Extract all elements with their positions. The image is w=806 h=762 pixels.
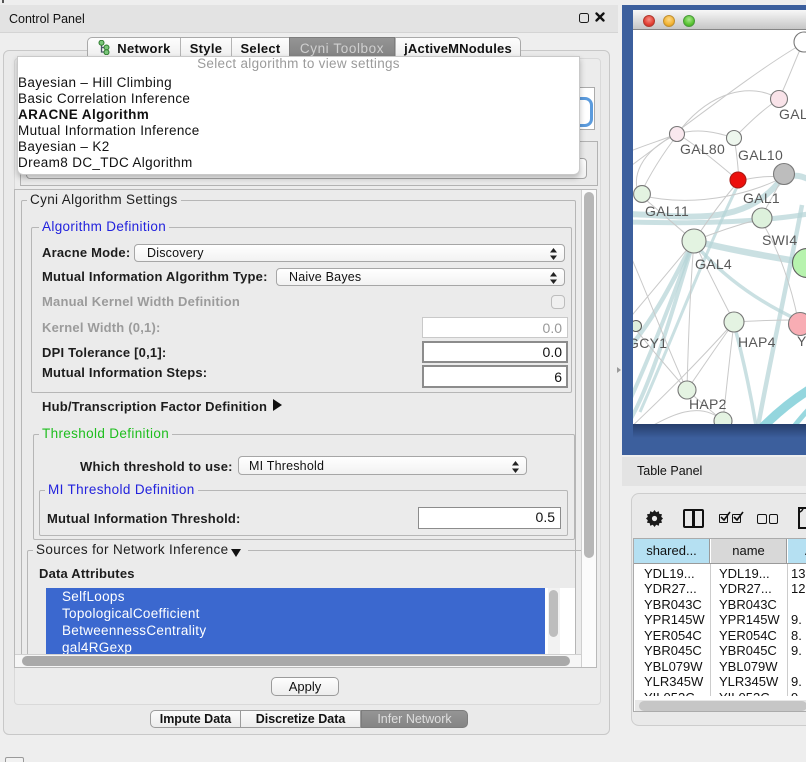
svg-text:YP: YP [797,333,806,349]
svg-text:GAL4: GAL4 [695,256,732,272]
svg-text:GCY1: GCY1 [633,335,667,351]
svg-text:SWI4: SWI4 [762,232,797,248]
svg-text:GAL80: GAL80 [680,141,725,157]
svg-text:HAP2: HAP2 [689,396,727,412]
svg-text:GAL10: GAL10 [738,147,783,163]
svg-text:GAL11: GAL11 [645,203,689,219]
svg-text:GAL7: GAL7 [779,106,806,122]
svg-text:HAP4: HAP4 [738,334,776,350]
svg-text:GAL1: GAL1 [743,190,780,206]
